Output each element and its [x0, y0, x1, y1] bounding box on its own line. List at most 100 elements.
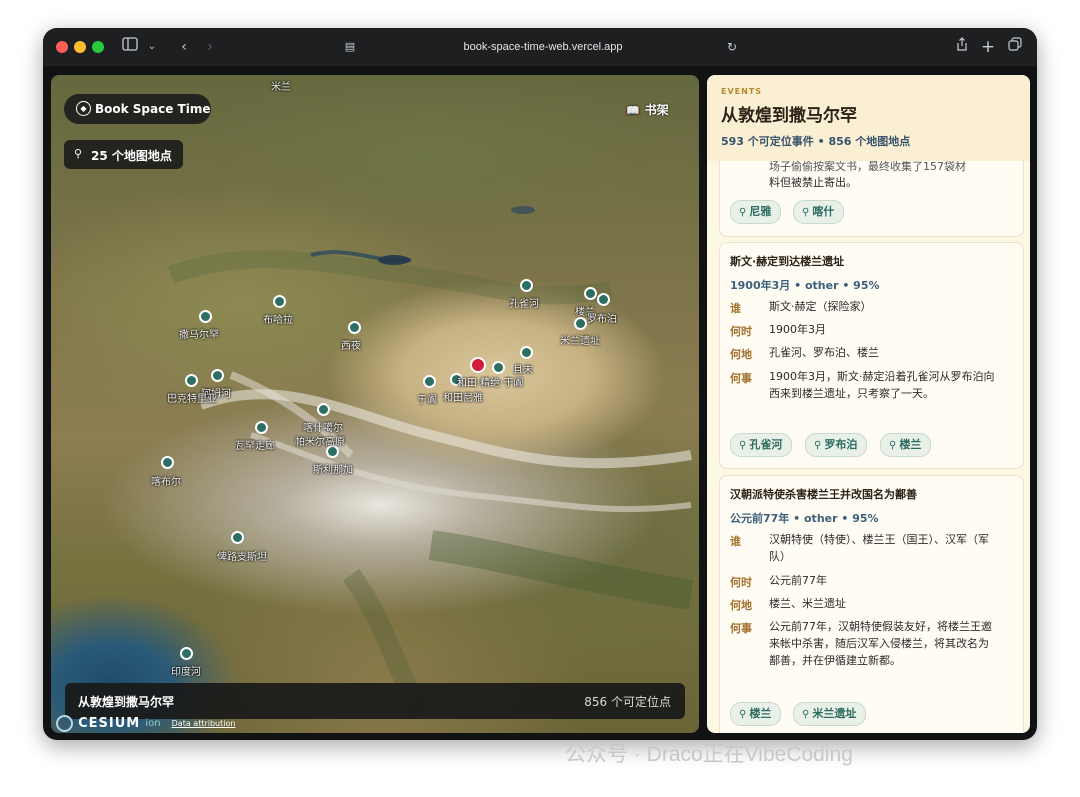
- forward-button[interactable]: ›: [199, 37, 221, 57]
- what-label: 何事: [730, 372, 752, 385]
- where-label: 何地: [730, 599, 752, 612]
- map-label-hetian: 和田尼雅: [443, 393, 483, 404]
- what-label: 何事: [730, 622, 752, 635]
- place-chip[interactable]: ⚲ 尼雅: [730, 200, 782, 224]
- reload-icon[interactable]: ↻: [721, 37, 743, 57]
- browser-toolbar: ⌄ ‹ › ▤ book-space-time-web.vercel.app ↻…: [43, 28, 1037, 66]
- marker-balkh[interactable]: [185, 374, 198, 387]
- terrain-layer: [167, 206, 694, 720]
- events-header: EVENTS 从敦煌到撒马尔罕 593 个可定位事件 • 856 个地图地点: [707, 75, 1030, 161]
- marker-samarkand[interactable]: [199, 310, 212, 323]
- who-label: 谁: [730, 302, 741, 315]
- map-label-pamir: 帕米尔高原: [295, 437, 345, 448]
- place-chip[interactable]: ⚲ 孔雀河: [730, 433, 793, 457]
- what-value: 公元前77年，汉朝特使假装友好，将楼兰王邀来帐中杀害，随后汉军入侵楼兰，将其改名…: [769, 620, 992, 667]
- events-tag: EVENTS: [721, 87, 763, 96]
- marker-loulan[interactable]: [584, 287, 597, 300]
- marker-xiye[interactable]: [348, 321, 361, 334]
- who-label: 谁: [730, 535, 741, 548]
- what-value: 1900年3月，斯文·赫定沿着孔雀河从罗布泊向西来到楼兰遗址，只考察了一天。: [769, 370, 995, 400]
- when-label: 何时: [730, 576, 752, 589]
- marker-luobu[interactable]: [597, 293, 610, 306]
- map-label-balkh: 巴克特里亚: [167, 394, 217, 405]
- place-pin-icon: ⚲: [739, 709, 747, 720]
- where-value: 孔雀河、罗布泊、楼兰: [769, 346, 879, 359]
- map-label-samarkand: 撒马尔罕: [179, 330, 219, 341]
- marker-qiemo[interactable]: [520, 346, 533, 359]
- chevron-down-icon[interactable]: ⌄: [141, 37, 163, 57]
- caption-count: 856 个可定位点: [584, 695, 671, 709]
- place-pin-icon: ⚲: [814, 440, 822, 451]
- map-label-xiye: 西夜: [341, 341, 361, 352]
- marker-kongque[interactable]: [520, 279, 533, 292]
- events-panel: 场子偷偷按案文书，最终收集了157袋材 料但被禁止寄出。 ⚲ 尼雅 ⚲ 喀什 斯文·…: [707, 75, 1030, 733]
- marker-niya[interactable]: [492, 361, 505, 374]
- place-pin-icon: ⚲: [739, 207, 747, 218]
- brand-name: Book Space Time: [95, 102, 211, 116]
- marker-amu[interactable]: [211, 369, 224, 382]
- map-label-niya-region: 和田·精绝·于阗: [457, 378, 524, 389]
- marker-bukhara[interactable]: [273, 295, 286, 308]
- event-card[interactable]: 斯文·赫定到达楼兰遗址 1900年3月 • other • 95% 谁 斯文·赫…: [719, 242, 1024, 469]
- when-value: 1900年3月: [769, 323, 826, 336]
- panel-title: 从敦煌到撒马尔罕: [721, 106, 857, 126]
- page-menu-icon[interactable]: ▤: [339, 37, 361, 57]
- marker-pamir[interactable]: [317, 403, 330, 416]
- compass-icon: ◆: [76, 101, 91, 116]
- event-meta: 1900年3月 • other • 95%: [730, 279, 880, 292]
- place-pin-icon: ⚲: [739, 440, 747, 451]
- marker-active-hetian[interactable]: [470, 357, 486, 373]
- map-label-baluchistan: 俾路支斯坦: [217, 552, 267, 563]
- cesium-logo-text: CESIUM: [78, 716, 141, 731]
- location-count-badge: ⚲ 25 个地图地点: [64, 140, 183, 169]
- brand-badge[interactable]: ◆ Book Space Time: [64, 94, 211, 124]
- who-value: 汉朝特使（特使）、楼兰王（国王）、汉军（军队）: [769, 533, 989, 563]
- place-chip[interactable]: ⚲ 米兰遗址: [793, 702, 867, 726]
- map-label-indus: 印度河: [171, 667, 201, 678]
- marker-wakhan[interactable]: [255, 421, 268, 434]
- new-tab-icon[interactable]: +: [977, 37, 999, 57]
- data-attribution-link[interactable]: Data attribution: [172, 719, 236, 728]
- map-label-bukhara: 布哈拉: [263, 315, 293, 326]
- zoom-window-button[interactable]: [92, 41, 104, 53]
- map-label-kashgar: 喀什噶尔: [303, 423, 343, 434]
- who-value: 斯文·赫定（探险家）: [769, 300, 872, 313]
- minimize-window-button[interactable]: [74, 41, 86, 53]
- back-button[interactable]: ‹: [173, 37, 195, 57]
- marker-indus[interactable]: [180, 647, 193, 660]
- map-label-kabul: 喀布尔: [151, 477, 181, 488]
- tabs-overview-icon[interactable]: [1004, 37, 1026, 57]
- event-card[interactable]: 汉朝派特使杀害楼兰王并改国名为鄯善 公元前77年 • other • 95% 谁…: [719, 475, 1024, 733]
- where-label: 何地: [730, 348, 752, 361]
- map-label-luobu: 罗布泊: [587, 314, 617, 325]
- watermark: 公众号 · Draco正在VibeCoding: [565, 743, 853, 766]
- book-icon: 📖: [626, 104, 640, 117]
- address-bar[interactable]: book-space-time-web.vercel.app: [463, 38, 623, 56]
- marker-baluchistan[interactable]: [231, 531, 244, 544]
- place-chip[interactable]: ⚲ 喀什: [793, 200, 845, 224]
- place-chip[interactable]: ⚲ 罗布泊: [805, 433, 868, 457]
- marker-kabul[interactable]: [161, 456, 174, 469]
- map-label-srinagar: 斯利那加: [313, 465, 353, 476]
- browser-window: ⌄ ‹ › ▤ book-space-time-web.vercel.app ↻…: [43, 28, 1037, 740]
- globe-map[interactable]: 米兰 孔雀河 楼兰 罗布泊 米兰遗址 撒马尔罕 布哈拉 西夜 且末 和田·精绝·…: [51, 75, 699, 733]
- map-label-wakhan: 瓦罕走廊: [235, 441, 275, 452]
- sidebar-toggle-icon[interactable]: [119, 37, 141, 57]
- marker-milan-site[interactable]: [574, 317, 587, 330]
- place-chip[interactable]: ⚲ 楼兰: [880, 433, 932, 457]
- close-window-button[interactable]: [56, 41, 68, 53]
- where-value: 楼兰、米兰遗址: [769, 597, 846, 610]
- bookshelf-button[interactable]: 📖 书架: [626, 101, 669, 118]
- marker-hetian-west[interactable]: [423, 375, 436, 388]
- event-card-partial-text: 料但被禁止寄出。: [769, 176, 857, 189]
- place-chip[interactable]: ⚲ 楼兰: [730, 702, 782, 726]
- when-value: 公元前77年: [769, 574, 827, 587]
- event-meta: 公元前77年 • other • 95%: [730, 512, 879, 525]
- map-label-milan: 米兰: [271, 82, 291, 93]
- share-icon[interactable]: [951, 37, 973, 57]
- bookshelf-label: 书架: [644, 103, 669, 117]
- event-title: 斯文·赫定到达楼兰遗址: [730, 255, 845, 268]
- place-pin-icon: ⚲: [889, 440, 897, 451]
- map-label-milan-site: 米兰遗址: [560, 336, 600, 347]
- map-label-kongque: 孔雀河: [509, 299, 539, 310]
